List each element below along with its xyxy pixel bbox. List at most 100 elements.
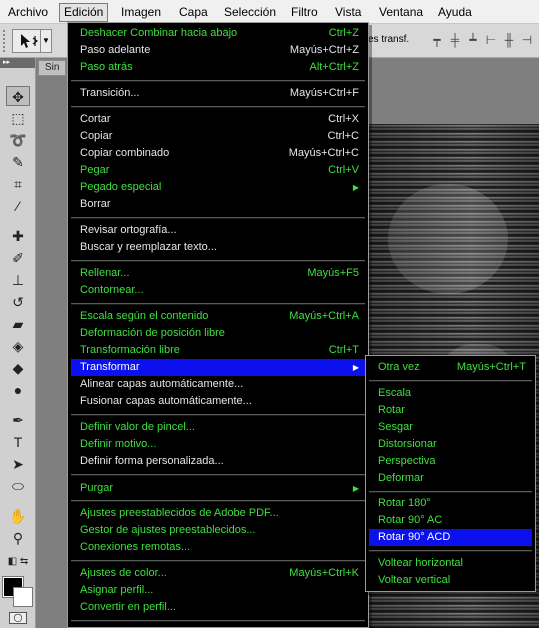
menu-separator — [71, 303, 365, 305]
menu-item-definir-pincel[interactable]: Definir valor de pincel... — [71, 419, 365, 436]
menu-seleccion[interactable]: Selección — [220, 3, 280, 22]
eraser-tool-icon[interactable]: ▰ — [6, 314, 30, 334]
align-vcenter-icon[interactable]: ╪ — [448, 33, 462, 47]
quick-mask-icon[interactable]: ◯ — [9, 612, 27, 624]
align-buttons: ┯ ╪ ┷ ⊢ ╫ ⊣ — [430, 33, 534, 49]
move-icon — [21, 34, 38, 48]
menu-item-pegar[interactable]: Pegar Ctrl+V — [71, 162, 365, 179]
tools-panel-header[interactable]: ▸▸ — [0, 58, 35, 68]
submenu-item-voltear-horizontal[interactable]: Voltear horizontal — [369, 555, 532, 572]
menu-item-pegado-especial[interactable]: Pegado especial ▶ — [71, 179, 365, 196]
menu-item-conexiones-remotas[interactable]: Conexiones remotas... — [71, 539, 365, 556]
transform-controls-label: es transf. — [368, 34, 410, 45]
pen-tool-icon[interactable]: ✒ — [6, 410, 30, 430]
submenu-item-perspectiva[interactable]: Perspectiva — [369, 453, 532, 470]
menu-ayuda[interactable]: Ayuda — [434, 3, 476, 22]
submenu-item-rotar-90-ac[interactable]: Rotar 90° AC — [369, 512, 532, 529]
blur-tool-icon[interactable]: ◆ — [6, 358, 30, 378]
menu-item-rellenar[interactable]: Rellenar... Mayús+F5 — [71, 265, 365, 282]
ellipse-tool-icon[interactable]: ⬭ — [6, 476, 30, 496]
eyedropper-tool-icon[interactable]: ⁄ — [6, 196, 30, 216]
menu-item-ajustes-color[interactable]: Ajustes de color... Mayús+Ctrl+K — [71, 565, 365, 582]
submenu-item-distorsionar[interactable]: Distorsionar — [369, 436, 532, 453]
submenu-arrow-icon: ▶ — [352, 484, 359, 493]
submenu-item-rotar-90-acd[interactable]: Rotar 90° ACD — [369, 529, 532, 546]
dodge-tool-icon[interactable]: ● — [6, 380, 30, 400]
menu-item-convertir-perfil[interactable]: Convertir en perfil... — [71, 599, 365, 616]
path-selection-tool-icon[interactable]: ➤ — [6, 454, 30, 474]
clone-stamp-tool-icon[interactable]: ⊥ — [6, 270, 30, 290]
menu-item-buscar-reemplazar[interactable]: Buscar y reemplazar texto... — [71, 239, 365, 256]
menu-item-copiar-combinado[interactable]: Copiar combinado Mayús+Ctrl+C — [71, 145, 365, 162]
menu-archivo[interactable]: Archivo — [4, 3, 52, 22]
menu-separator — [71, 474, 365, 476]
menu-item-purgar[interactable]: Purgar ▶ — [71, 480, 365, 497]
paint-bucket-tool-icon[interactable]: ◈ — [6, 336, 30, 356]
menu-item-asignar-perfil[interactable]: Asignar perfil... — [71, 582, 365, 599]
history-brush-tool-icon[interactable]: ↺ — [6, 292, 30, 312]
transform-submenu: Otra vez Mayús+Ctrl+T Escala Rotar Sesgar… — [365, 355, 536, 592]
menu-vista[interactable]: Vista — [331, 3, 365, 22]
menu-item-deshacer[interactable]: Deshacer Combinar hacia abajo Ctrl+Z — [71, 25, 365, 42]
document-tab[interactable]: Sin — [38, 60, 66, 76]
menu-item-deformacion-posicion[interactable]: Deformación de posición libre — [71, 325, 365, 342]
healing-brush-tool-icon[interactable]: ✚ — [6, 226, 30, 246]
menu-item-ajustes-pdf[interactable]: Ajustes preestablecidos de Adobe PDF... — [71, 505, 365, 522]
brush-tool-icon[interactable]: ✐ — [6, 248, 30, 268]
type-tool-icon[interactable]: T — [6, 432, 30, 452]
menu-item-transformacion-libre[interactable]: Transformación libre Ctrl+T — [71, 342, 365, 359]
menu-item-cortar[interactable]: Cortar Ctrl+X — [71, 111, 365, 128]
submenu-item-voltear-vertical[interactable]: Voltear vertical — [369, 572, 532, 589]
menu-filtro[interactable]: Filtro — [287, 3, 322, 22]
align-hcenter-icon[interactable]: ╫ — [502, 33, 516, 47]
submenu-item-sesgar[interactable]: Sesgar — [369, 419, 532, 436]
menu-item-paso-adelante[interactable]: Paso adelante Mayús+Ctrl+Z — [71, 42, 365, 59]
menu-edicion[interactable]: Edición — [59, 3, 109, 22]
options-bar-grip[interactable] — [3, 30, 7, 52]
menu-item-definir-motivo[interactable]: Definir motivo... — [71, 436, 365, 453]
menu-item-copiar[interactable]: Copiar Ctrl+C — [71, 128, 365, 145]
align-top-icon[interactable]: ┯ — [430, 33, 444, 47]
menu-separator — [71, 80, 365, 82]
menu-item-transicion[interactable]: Transición... Mayús+Ctrl+F — [71, 85, 365, 102]
background-color-swatch[interactable] — [13, 587, 33, 607]
zoom-tool-icon[interactable]: ⚲ — [6, 528, 30, 548]
hand-tool-icon[interactable]: ✋ — [6, 506, 30, 526]
marquee-tool-icon[interactable]: ⬚ — [6, 108, 30, 128]
move-tool-icon[interactable]: ✥ — [6, 86, 30, 106]
menu-ventana[interactable]: Ventana — [375, 3, 427, 22]
align-right-icon[interactable]: ⊣ — [520, 33, 534, 47]
menu-item-borrar[interactable]: Borrar — [71, 196, 365, 213]
menu-item-fusionar-capas[interactable]: Fusionar capas automáticamente... — [71, 393, 365, 410]
menu-item-definir-forma[interactable]: Definir forma personalizada... — [71, 453, 365, 470]
menu-separator — [369, 550, 532, 552]
submenu-item-deformar[interactable]: Deformar — [369, 470, 532, 487]
menu-item-gestor-ajustes[interactable]: Gestor de ajustes preestablecidos... — [71, 522, 365, 539]
menu-item-paso-atras[interactable]: Paso atrás Alt+Ctrl+Z — [71, 59, 365, 76]
crop-tool-icon[interactable]: ⌗ — [6, 174, 30, 194]
menu-item-alinear-capas[interactable]: Alinear capas automáticamente... — [71, 376, 365, 393]
menu-separator — [71, 620, 365, 622]
swap-colors-icon[interactable]: ◧ ⇆ — [6, 552, 30, 572]
lasso-tool-icon[interactable]: ➰ — [6, 130, 30, 150]
tool-preset-button[interactable] — [12, 29, 42, 53]
align-left-icon[interactable]: ⊢ — [484, 33, 498, 47]
submenu-item-otra-vez[interactable]: Otra vez Mayús+Ctrl+T — [369, 359, 532, 376]
menu-separator — [71, 500, 365, 502]
menu-capa[interactable]: Capa — [175, 3, 212, 22]
submenu-arrow-icon: ▶ — [352, 363, 359, 372]
quick-selection-tool-icon[interactable]: ✎ — [6, 152, 30, 172]
menu-item-revisar-ortografia[interactable]: Revisar ortografía... — [71, 222, 365, 239]
menu-item-escala-contenido[interactable]: Escala según el contenido Mayús+Ctrl+A — [71, 308, 365, 325]
submenu-item-rotar-180[interactable]: Rotar 180° — [369, 495, 532, 512]
submenu-arrow-icon: ▶ — [352, 183, 359, 192]
chevron-down-icon[interactable]: ▼ — [40, 29, 52, 53]
menu-separator — [71, 260, 365, 262]
submenu-item-escala[interactable]: Escala — [369, 385, 532, 402]
align-bottom-icon[interactable]: ┷ — [466, 33, 480, 47]
menu-separator — [369, 380, 532, 382]
menu-imagen[interactable]: Imagen — [117, 3, 165, 22]
menu-item-contornear[interactable]: Contornear... — [71, 282, 365, 299]
submenu-item-rotar[interactable]: Rotar — [369, 402, 532, 419]
menu-item-transformar[interactable]: Transformar ▶ — [71, 359, 365, 376]
